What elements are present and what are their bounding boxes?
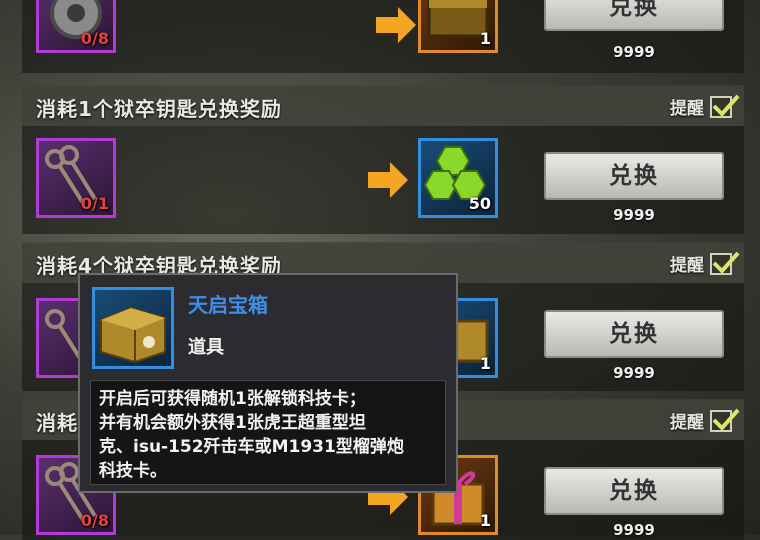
remind-toggle[interactable]: 提醒 [670, 251, 740, 276]
checkmark-icon [712, 94, 740, 117]
remind-label: 提醒 [670, 256, 704, 276]
tooltip-desc-line: 科技卡。 [99, 461, 167, 481]
remind-label: 提醒 [670, 413, 704, 433]
tooltip-description: 开启后可获得随机1张解锁科技卡； 并有机会额外获得1张虎王超重型坦 克、isu-… [90, 380, 446, 485]
cost-count: 0/8 [80, 511, 109, 530]
reward-item-slot[interactable]: 1 [418, 0, 498, 53]
exchange-button[interactable]: 兑换 [544, 0, 724, 31]
checkmark-icon [712, 408, 740, 431]
reward-count: 50 [468, 194, 491, 213]
reward-count: 1 [479, 354, 491, 373]
tooltip-item-type: 道具 [188, 337, 224, 358]
exchange-row: 消耗1个狱卒钥匙兑换奖励 提醒 0/1 50 兑换 9999 [22, 85, 744, 234]
row-header: 消耗1个狱卒钥匙兑换奖励 提醒 [22, 86, 744, 126]
tooltip-item-name: 天启宝箱 [188, 293, 268, 317]
arrow-right-icon [376, 7, 416, 43]
exchange-button[interactable]: 兑换 [544, 152, 724, 200]
tooltip-desc-line: 开启后可获得随机1张解锁科技卡； [99, 389, 366, 409]
item-tooltip: 天启宝箱 道具 开启后可获得随机1张解锁科技卡； 并有机会额外获得1张虎王超重型… [78, 273, 458, 493]
reward-item-slot[interactable]: 50 [418, 138, 498, 218]
exchange-row: 0/8 1 兑换 9999 [22, 0, 744, 73]
cost-count: 0/1 [80, 194, 109, 213]
reward-count: 1 [479, 29, 491, 48]
remind-toggle[interactable]: 提醒 [670, 408, 740, 433]
row-title: 消耗1个狱卒钥匙兑换奖励 [36, 97, 282, 121]
remind-checkbox[interactable] [710, 94, 740, 118]
checkmark-icon [712, 251, 740, 274]
remind-checkbox[interactable] [710, 408, 740, 432]
exchange-button[interactable]: 兑换 [544, 467, 724, 515]
tooltip-desc-line: 并有机会额外获得1张虎王超重型坦 [99, 413, 366, 433]
cost-item-slot[interactable]: 0/1 [36, 138, 116, 218]
reward-count: 1 [479, 511, 491, 530]
exchange-limit: 9999 [613, 364, 655, 382]
remind-toggle[interactable]: 提醒 [670, 94, 740, 119]
remind-label: 提醒 [670, 99, 704, 119]
exchange-button[interactable]: 兑换 [544, 310, 724, 358]
exchange-limit: 9999 [613, 206, 655, 224]
tooltip-item-icon [92, 287, 174, 369]
crate-icon [100, 306, 166, 364]
exchange-limit: 9999 [613, 43, 655, 61]
row-title: 消耗 [36, 411, 78, 435]
cost-count: 0/8 [80, 29, 109, 48]
tooltip-desc-line: 克、isu-152歼击车或M1931型榴弹炮 [99, 437, 404, 457]
cost-item-slot[interactable]: 0/8 [36, 0, 116, 53]
exchange-limit: 9999 [613, 521, 655, 539]
remind-checkbox[interactable] [710, 251, 740, 275]
arrow-right-icon [368, 162, 408, 198]
